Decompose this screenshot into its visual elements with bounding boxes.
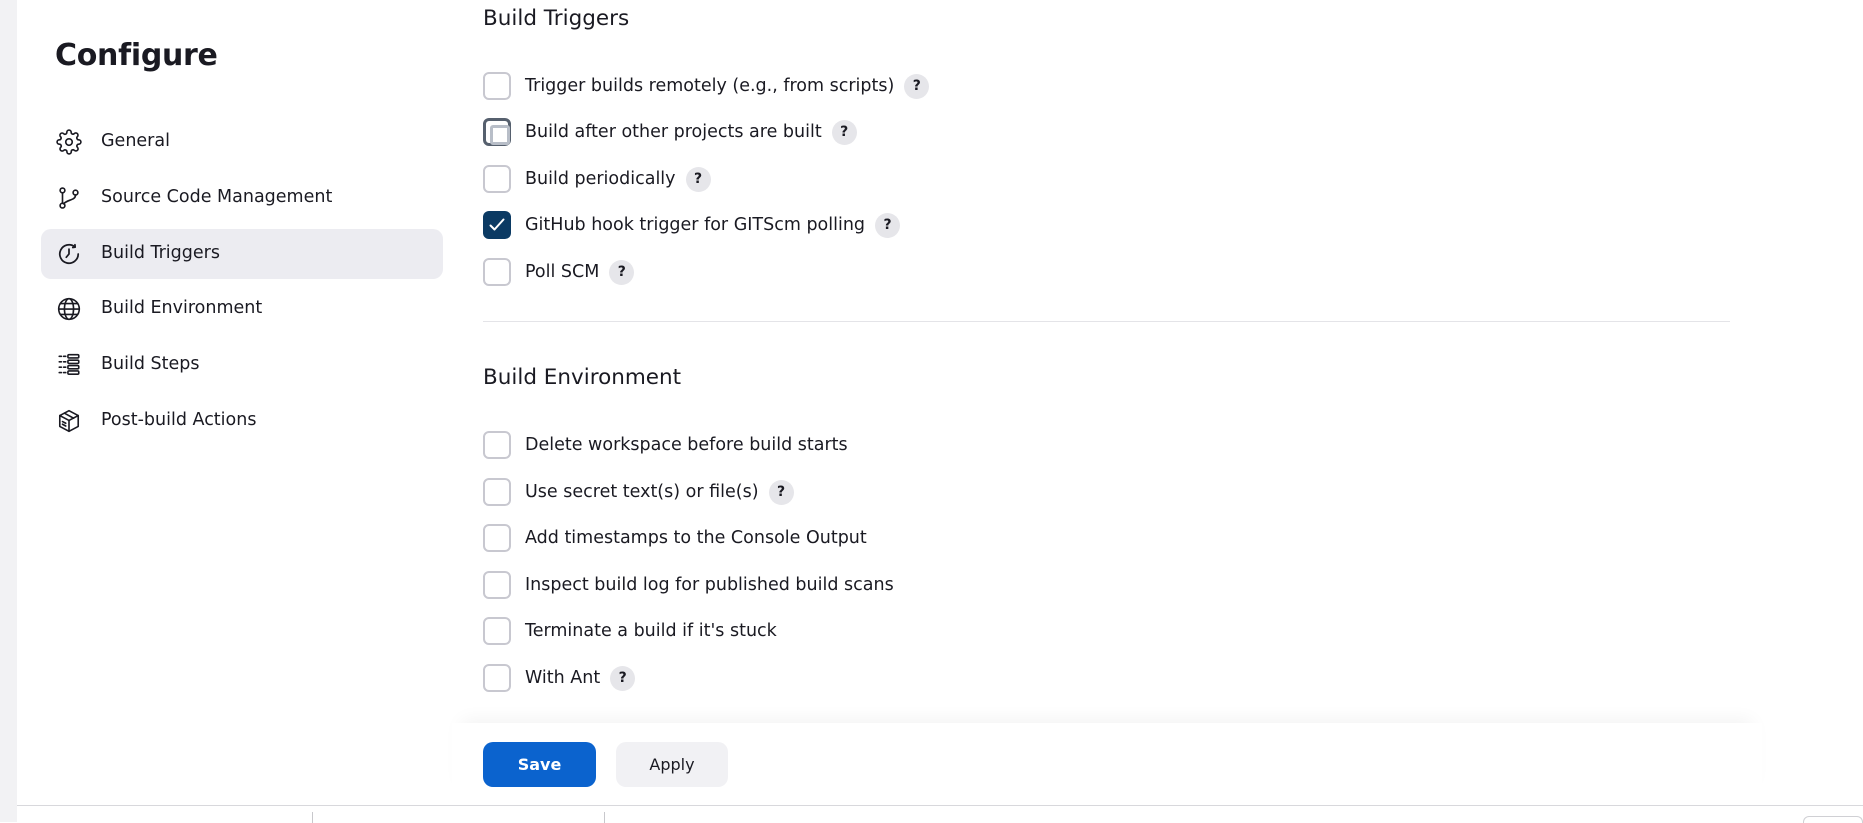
sidebar-item-post-build-actions[interactable]: Post-build Actions <box>41 396 443 446</box>
action-bar: Save Apply <box>452 723 1762 805</box>
footer-separator <box>604 812 605 823</box>
option-label[interactable]: Poll SCM <box>525 262 599 282</box>
sidebar-item-label: Post-build Actions <box>101 410 257 430</box>
gear-icon <box>56 129 82 155</box>
checkbox-inspect-build-log[interactable] <box>483 571 511 599</box>
sidebar-item-label: Build Steps <box>101 354 200 374</box>
checkbox-poll-scm[interactable] <box>483 258 511 286</box>
sidebar-item-build-steps[interactable]: Build Steps <box>41 340 443 390</box>
checkbox-trigger-remotely[interactable] <box>483 72 511 100</box>
checkbox-build-periodically[interactable] <box>483 165 511 193</box>
sidebar-item-label: Build Environment <box>101 298 263 318</box>
help-icon[interactable]: ? <box>875 212 901 238</box>
page-title: Configure <box>55 38 218 73</box>
option-label[interactable]: Build periodically <box>525 169 676 189</box>
package-icon <box>56 408 82 434</box>
help-icon[interactable]: ? <box>610 665 636 691</box>
option-label[interactable]: Trigger builds remotely (e.g., from scri… <box>525 76 894 96</box>
option-label[interactable]: Build after other projects are built <box>525 122 822 142</box>
option-label[interactable]: Delete workspace before build starts <box>525 435 848 455</box>
left-gutter <box>0 0 17 822</box>
section-title-build-triggers: Build Triggers <box>483 6 630 31</box>
option-delete-workspace: Delete workspace before build starts <box>483 430 848 460</box>
footer <box>17 805 1863 823</box>
checkbox-build-after-other-projects[interactable] <box>483 118 511 146</box>
sidebar-item-label: Source Code Management <box>101 187 333 207</box>
option-build-after-other-projects: Build after other projects are built ? <box>483 117 857 147</box>
git-branch-icon <box>56 185 82 211</box>
sidebar-item-source-code-management[interactable]: Source Code Management <box>41 173 443 223</box>
checkbox-delete-workspace[interactable] <box>483 431 511 459</box>
option-poll-scm: Poll SCM ? <box>483 257 635 287</box>
help-icon[interactable]: ? <box>831 119 857 145</box>
clock-icon <box>56 241 82 267</box>
checkbox-use-secret-text[interactable] <box>483 478 511 506</box>
main-content: Build Triggers Trigger builds remotely (… <box>483 0 1733 822</box>
option-github-hook-trigger: GitHub hook trigger for GITScm polling ? <box>483 210 901 240</box>
option-build-periodically: Build periodically ? <box>483 164 711 194</box>
help-icon[interactable]: ? <box>904 73 930 99</box>
option-label[interactable]: Inspect build log for published build sc… <box>525 575 894 595</box>
option-label[interactable]: Add timestamps to the Console Output <box>525 528 867 548</box>
option-label[interactable]: Use secret text(s) or file(s) <box>525 482 759 502</box>
sidebar-item-general[interactable]: General <box>41 117 443 167</box>
sidebar: Configure General Source Code Management <box>40 0 445 800</box>
checkbox-add-timestamps[interactable] <box>483 524 511 552</box>
option-label[interactable]: Terminate a build if it's stuck <box>525 621 777 641</box>
option-terminate-stuck-build: Terminate a build if it's stuck <box>483 616 777 646</box>
save-button[interactable]: Save <box>483 742 596 787</box>
option-add-timestamps: Add timestamps to the Console Output <box>483 523 867 553</box>
sidebar-item-build-triggers[interactable]: Build Triggers <box>41 229 443 279</box>
sidebar-item-build-environment[interactable]: Build Environment <box>41 284 443 334</box>
option-inspect-build-log: Inspect build log for published build sc… <box>483 570 894 600</box>
sidebar-item-label: General <box>101 131 170 151</box>
help-icon[interactable]: ? <box>685 166 711 192</box>
checkbox-github-hook-trigger[interactable] <box>483 211 511 239</box>
option-use-secret-text: Use secret text(s) or file(s) ? <box>483 477 794 507</box>
option-trigger-remotely: Trigger builds remotely (e.g., from scri… <box>483 71 930 101</box>
option-label[interactable]: GitHub hook trigger for GITScm polling <box>525 215 865 235</box>
help-icon[interactable]: ? <box>768 479 794 505</box>
check-icon <box>489 218 505 231</box>
section-title-build-environment: Build Environment <box>483 365 682 390</box>
checkbox-terminate-stuck-build[interactable] <box>483 617 511 645</box>
help-icon[interactable]: ? <box>609 259 635 285</box>
list-icon <box>56 352 82 378</box>
option-label[interactable]: With Ant <box>525 668 600 688</box>
section-divider <box>483 321 1730 322</box>
option-with-ant: With Ant ? <box>483 663 636 693</box>
globe-icon <box>56 296 82 322</box>
apply-button[interactable]: Apply <box>616 742 728 787</box>
sidebar-item-label: Build Triggers <box>101 243 220 263</box>
checkbox-with-ant[interactable] <box>483 664 511 692</box>
footer-separator <box>312 812 313 823</box>
